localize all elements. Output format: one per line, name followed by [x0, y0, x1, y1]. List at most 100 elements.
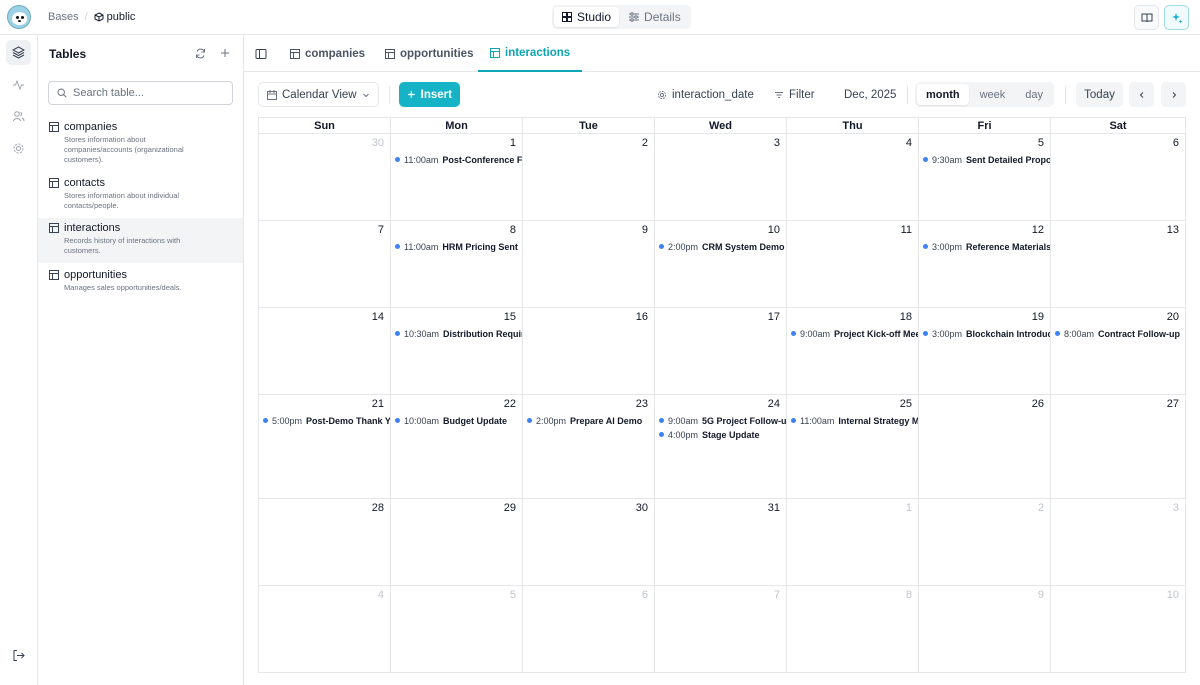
calendar-day-cell[interactable]: 4 — [259, 586, 391, 673]
calendar-event[interactable]: 3:00pm Reference Materials — [923, 240, 1050, 253]
calendar-day-cell[interactable]: 12 3:00pm Reference Materials — [919, 221, 1051, 308]
docs-button[interactable] — [1134, 5, 1159, 30]
calendar-day-cell[interactable]: 4 — [787, 134, 919, 221]
calendar-day-cell[interactable]: 9 — [523, 221, 655, 308]
toolbar-divider — [1065, 86, 1066, 104]
refresh-button[interactable] — [192, 45, 208, 61]
date-field-selector[interactable]: interaction_date — [649, 82, 762, 107]
table-item-opportunities[interactable]: opportunities Manages sales opportunitie… — [38, 265, 243, 297]
rail-activity[interactable] — [6, 72, 31, 97]
table-item-contacts[interactable]: contacts Stores information about indivi… — [38, 173, 243, 215]
calendar-day-cell[interactable]: 18 9:00amProject Kick-off Meeting — [787, 308, 919, 395]
mode-week[interactable]: week — [971, 84, 1015, 105]
calendar-day-cell[interactable]: 2 — [919, 499, 1051, 586]
calendar-day-cell[interactable]: 20 8:00am Contract Follow-up — [1051, 308, 1185, 395]
tab-interactions[interactable]: interactions — [478, 35, 583, 72]
calendar-event[interactable]: 10:00am Budget Update — [395, 414, 507, 427]
day-number: 18 — [899, 311, 912, 323]
calendar-day-cell[interactable]: 21 5:00pmPost-Demo Thank You — [259, 395, 391, 499]
calendar-day-cell[interactable]: 3 — [655, 134, 787, 221]
rail-logout[interactable] — [6, 643, 31, 668]
today-button[interactable]: Today — [1076, 82, 1123, 107]
prev-month-button[interactable] — [1129, 82, 1154, 107]
calendar-day-cell[interactable]: 27 — [1051, 395, 1185, 499]
ai-assistant-button[interactable] — [1164, 5, 1189, 30]
tab-opportunities[interactable]: opportunities — [385, 35, 473, 72]
studio-button[interactable]: Studio — [554, 7, 620, 27]
calendar-event[interactable]: 5:00pmPost-Demo Thank You — [263, 414, 390, 427]
calendar-day-cell[interactable]: 30 — [523, 499, 655, 586]
toggle-sidebar-button[interactable] — [255, 35, 271, 72]
filter-button[interactable]: Filter — [766, 82, 823, 107]
calendar-event[interactable]: 9:30amSent Detailed Proposal — [923, 153, 1050, 166]
calendar-event[interactable]: 4:00pm Stage Update — [659, 428, 760, 441]
studio-label: Studio — [577, 10, 612, 24]
calendar-day-cell[interactable]: 19 3:00pmBlockchain Introduction — [919, 308, 1051, 395]
table-item-desc: Stores information about companies/accou… — [64, 135, 184, 164]
calendar-day-cell[interactable]: 5 9:30amSent Detailed Proposal — [919, 134, 1051, 221]
breadcrumb-bases[interactable]: Bases — [48, 11, 79, 23]
calendar-day-cell[interactable]: 10 2:00pm CRM System Demo — [655, 221, 787, 308]
chevron-left-icon — [1139, 91, 1143, 98]
day-number: 3 — [1172, 502, 1179, 514]
table-item-name: contacts — [64, 177, 105, 189]
details-button[interactable]: Details — [621, 7, 689, 27]
calendar-event[interactable]: 3:00pmBlockchain Introduction — [923, 327, 1050, 340]
calendar-day-cell[interactable]: 13 — [1051, 221, 1185, 308]
calendar-day-cell[interactable]: 8 — [787, 586, 919, 673]
mode-day[interactable]: day — [1016, 84, 1052, 105]
calendar-day-cell[interactable]: 29 — [391, 499, 523, 586]
calendar-day-cell[interactable]: 30 — [259, 134, 391, 221]
event-time: 9:00am — [800, 328, 831, 339]
calendar-day-cell[interactable]: 25 11:00amInternal Strategy Meeting — [787, 395, 919, 499]
calendar-day-cell[interactable]: 16 — [523, 308, 655, 395]
table-search-input[interactable] — [73, 87, 213, 99]
calendar-day-cell[interactable]: 22 10:00am Budget Update — [391, 395, 523, 499]
calendar-day-cell[interactable]: 3 — [1051, 499, 1185, 586]
table-item-interactions[interactable]: interactions Records history of interact… — [38, 218, 243, 263]
next-month-button[interactable] — [1161, 82, 1186, 107]
calendar-day-cell[interactable]: 15 10:30amDistribution Requirements — [391, 308, 523, 395]
calendar-day-cell[interactable]: 24 9:00am 5G Project Follow-up 4:00pm Stage … — [655, 395, 787, 499]
breadcrumb-current[interactable]: public — [94, 11, 135, 23]
calendar-day-cell[interactable]: 14 — [259, 308, 391, 395]
calendar-day-cell[interactable]: 23 2:00pm Prepare AI Demo — [523, 395, 655, 499]
calendar-event[interactable]: 9:00amProject Kick-off Meeting — [791, 327, 918, 340]
mode-month[interactable]: month — [917, 84, 969, 105]
calendar-event[interactable]: 11:00amPost-Conference Follow-up — [395, 153, 522, 166]
calendar-day-cell[interactable]: 6 — [1051, 134, 1185, 221]
calendar-day-cell[interactable]: 31 — [655, 499, 787, 586]
calendar-day-cell[interactable]: 28 — [259, 499, 391, 586]
calendar-event[interactable]: 10:30amDistribution Requirements — [395, 327, 522, 340]
event-time: 5:00pm — [272, 415, 303, 426]
calendar-day-cell[interactable]: 2 — [523, 134, 655, 221]
tab-companies[interactable]: companies — [290, 35, 365, 72]
calendar-day-cell[interactable]: 11 — [787, 221, 919, 308]
rail-tables[interactable] — [6, 40, 31, 65]
calendar-event[interactable]: 2:00pm Prepare AI Demo — [527, 414, 642, 427]
event-title: Blockchain Introduction — [966, 328, 1050, 339]
calendar-event[interactable]: 2:00pm CRM System Demo — [659, 240, 785, 253]
calendar-day-cell[interactable]: 7 — [259, 221, 391, 308]
calendar-day-cell[interactable]: 9 — [919, 586, 1051, 673]
calendar-day-cell[interactable]: 17 — [655, 308, 787, 395]
rail-users[interactable] — [6, 104, 31, 129]
app-logo[interactable] — [7, 5, 31, 29]
rail-settings[interactable] — [6, 136, 31, 161]
calendar-event[interactable]: 11:00am HRM Pricing Sent — [395, 240, 518, 253]
calendar-day-cell[interactable]: 6 — [523, 586, 655, 673]
table-item-companies[interactable]: companies Stores information about compa… — [38, 117, 243, 169]
calendar-day-cell[interactable]: 8 11:00am HRM Pricing Sent — [391, 221, 523, 308]
calendar-day-cell[interactable]: 5 — [391, 586, 523, 673]
calendar-day-cell[interactable]: 1 — [787, 499, 919, 586]
calendar-day-cell[interactable]: 10 — [1051, 586, 1185, 673]
insert-button[interactable]: Insert — [399, 82, 460, 107]
calendar-day-cell[interactable]: 1 11:00amPost-Conference Follow-up — [391, 134, 523, 221]
calendar-event[interactable]: 11:00amInternal Strategy Meeting — [791, 414, 918, 427]
calendar-day-cell[interactable]: 7 — [655, 586, 787, 673]
calendar-event[interactable]: 9:00am 5G Project Follow-up — [659, 414, 786, 427]
calendar-event[interactable]: 8:00am Contract Follow-up — [1055, 327, 1180, 340]
add-table-button[interactable] — [217, 45, 233, 61]
calendar-day-cell[interactable]: 26 — [919, 395, 1051, 499]
view-selector[interactable]: Calendar View — [258, 82, 379, 107]
